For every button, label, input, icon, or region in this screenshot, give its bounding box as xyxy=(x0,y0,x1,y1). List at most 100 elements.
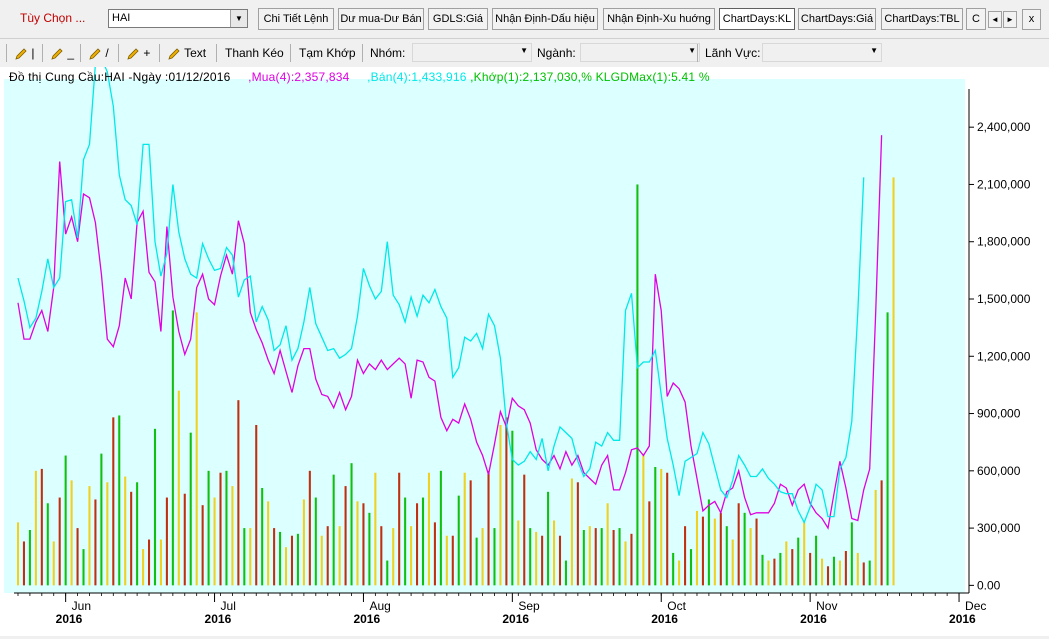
volume-bar xyxy=(416,503,419,586)
volume-bar xyxy=(326,526,329,586)
volume-bar xyxy=(153,428,157,586)
volume-bar xyxy=(445,535,448,586)
legend-buy: ,Mua(4):2,357,834 xyxy=(248,70,350,84)
tab-1[interactable]: Dư mua-Dư Bán xyxy=(338,8,424,30)
tab-7[interactable]: ChartDays:TBL xyxy=(881,8,963,30)
volume-bar xyxy=(487,470,490,586)
volume-bar xyxy=(505,417,508,586)
volume-bar xyxy=(719,512,722,586)
volume-bar xyxy=(171,310,174,586)
volume-bar xyxy=(290,535,294,586)
volume-bar xyxy=(433,522,436,586)
volume-bar xyxy=(88,486,91,586)
toolbar-divider xyxy=(362,44,363,62)
group-select[interactable]: ▼ xyxy=(412,43,532,62)
draw-text-tool[interactable]: Text xyxy=(167,44,206,62)
draw-vertical-tool[interactable]: | xyxy=(14,44,34,62)
close-button[interactable]: x xyxy=(1022,9,1041,30)
volume-bar xyxy=(398,472,401,586)
draw-cross-tool[interactable]: + xyxy=(126,44,150,62)
x-tick-month-label: Aug xyxy=(369,599,390,613)
volume-bar xyxy=(797,537,800,586)
volume-bar xyxy=(106,482,109,586)
volume-bar xyxy=(695,510,699,586)
volume-bar xyxy=(427,472,430,586)
tool-label: _ xyxy=(67,46,75,60)
legend-match: ,Khớp(1):2,137,030,% KLGDMax(1):5.41 % xyxy=(470,70,710,84)
draw-horizontal-tool[interactable]: _ xyxy=(50,44,74,62)
x-tick-month-label: Jun xyxy=(72,599,91,613)
volume-bar xyxy=(159,539,162,586)
tab-0[interactable]: Chi Tiết Lệnh xyxy=(258,8,334,30)
tab-6[interactable]: ChartDays:Giá xyxy=(798,8,876,30)
toolbar-divider xyxy=(6,44,7,62)
volume-bar xyxy=(886,312,889,586)
field-label: Lãnh Vực: xyxy=(705,46,761,60)
x-tick-year-label: 2016 xyxy=(949,612,976,626)
field-select[interactable]: ▼ xyxy=(762,43,882,62)
volume-bar xyxy=(684,526,687,586)
volume-bar xyxy=(94,499,97,586)
options-menu[interactable]: Tùy Chọn ... xyxy=(20,11,85,25)
toolbar-divider xyxy=(697,44,698,62)
volume-bar xyxy=(660,468,663,586)
pause-match-button[interactable]: Tạm Khớp xyxy=(299,44,356,62)
tab-5[interactable]: ChartDays:KL xyxy=(719,8,795,30)
tab-scroll-right-button[interactable]: ► xyxy=(1003,11,1017,28)
y-tick-label: 2,400,000 xyxy=(977,120,1031,134)
volume-bar xyxy=(374,472,377,586)
tab-2[interactable]: GDLS:Giá xyxy=(428,8,488,30)
volume-bar xyxy=(70,480,73,586)
volume-bar xyxy=(255,425,258,586)
volume-bar xyxy=(344,486,347,586)
volume-bar xyxy=(28,530,31,586)
volume-bar xyxy=(213,497,216,586)
industry-select[interactable]: ▼ xyxy=(580,43,700,62)
volume-bar xyxy=(40,468,43,586)
drag-button[interactable]: Thanh Kéo xyxy=(225,44,284,62)
symbol-select[interactable]: HAI ▼ xyxy=(108,9,248,28)
volume-bar xyxy=(594,528,597,586)
x-tick-month-label: Dec xyxy=(965,599,986,613)
volume-bar xyxy=(654,467,657,586)
tool-label: Text xyxy=(184,46,207,60)
volume-bar xyxy=(314,497,317,586)
volume-bar xyxy=(547,491,550,586)
chevron-down-icon[interactable]: ▼ xyxy=(230,10,247,27)
volume-bar xyxy=(582,530,585,586)
x-tick-year-label: 2016 xyxy=(205,612,232,626)
tab-3[interactable]: Nhận Định-Dấu hiệu xyxy=(492,8,598,30)
volume-bar xyxy=(112,417,115,586)
x-tick-year-label: 2016 xyxy=(651,612,678,626)
volume-bar xyxy=(523,474,526,586)
tab-4[interactable]: Nhận Định-Xu huớng xyxy=(603,8,715,30)
volume-bar xyxy=(189,432,192,586)
volume-bar xyxy=(177,390,180,586)
tool-label: / xyxy=(105,46,109,60)
volume-bar xyxy=(832,556,836,586)
volume-bar xyxy=(451,535,454,586)
volume-bar xyxy=(570,478,573,586)
volume-bar xyxy=(672,552,675,586)
axis-area xyxy=(965,79,1049,593)
volume-bar xyxy=(296,533,299,586)
volume-bar xyxy=(838,560,841,586)
volume-bar xyxy=(22,541,25,586)
supply-demand-chart[interactable]: 0.00 300,000 600,000 900,000 1,200,000 1,500,… xyxy=(0,57,1049,636)
volume-bar xyxy=(606,503,609,586)
volume-bar xyxy=(600,528,603,586)
volume-bar xyxy=(147,539,151,586)
volume-bar xyxy=(463,472,466,586)
volume-bar xyxy=(624,541,627,586)
tab-scroll-left-button[interactable]: ◄ xyxy=(988,11,1002,28)
chevron-down-icon: ▼ xyxy=(520,46,528,55)
volume-bar xyxy=(862,562,865,586)
toolbar-divider xyxy=(42,44,43,62)
volume-bar xyxy=(165,497,168,586)
draw-trendline-tool[interactable]: / xyxy=(88,44,109,62)
volume-bar xyxy=(821,558,824,586)
volume-bar xyxy=(636,184,639,586)
tab-8[interactable]: C xyxy=(966,8,986,30)
volume-bar xyxy=(338,526,341,586)
tool-label: | xyxy=(31,46,35,60)
